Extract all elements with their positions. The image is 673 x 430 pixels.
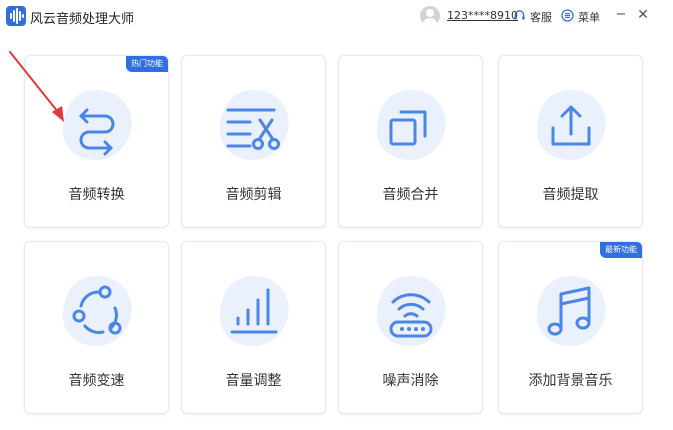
title-bar: 风云音频处理大师 123****8910 客服 菜单 − ✕ [0, 0, 673, 32]
card-audio-speed[interactable]: 音频变速 [24, 241, 169, 414]
scissors-icon [219, 90, 289, 161]
user-id-link[interactable]: 123****8910 [447, 9, 518, 22]
card-label: 音频变速 [68, 373, 125, 389]
red-arrow-annotation [9, 51, 64, 122]
volume-bars-icon [219, 276, 289, 347]
speed-circle-icon [62, 276, 132, 347]
card-label: 音频合并 [382, 187, 439, 203]
app-title: 风云音频处理大师 [30, 12, 135, 27]
merge-squares-icon [376, 90, 446, 161]
card-audio-merge[interactable]: 音频合并 [338, 55, 483, 228]
user-avatar[interactable] [420, 6, 440, 26]
card-label: 音频剪辑 [225, 187, 282, 203]
app-logo-icon [6, 6, 26, 26]
card-label: 噪声消除 [382, 373, 439, 389]
upload-tray-icon [536, 90, 606, 161]
convert-arrows-icon [62, 90, 132, 161]
card-label: 音量调整 [225, 373, 282, 389]
card-audio-edit[interactable]: 音频剪辑 [181, 55, 326, 228]
card-label: 音频提取 [542, 187, 599, 203]
close-button[interactable]: ✕ [636, 7, 650, 23]
customer-service-button[interactable]: 客服 [530, 9, 552, 25]
card-label: 添加背景音乐 [528, 373, 613, 389]
menu-button[interactable]: 菜单 [578, 9, 600, 25]
headset-icon[interactable] [513, 9, 526, 22]
noise-router-icon [376, 276, 446, 347]
card-add-background-music[interactable]: 最新功能 添加背景音乐 [498, 241, 643, 414]
music-note-icon [536, 276, 606, 347]
card-noise-removal[interactable]: 噪声消除 [338, 241, 483, 414]
minimize-button[interactable]: − [614, 7, 628, 23]
card-volume-adjust[interactable]: 音量调整 [181, 241, 326, 414]
card-audio-extract[interactable]: 音频提取 [498, 55, 643, 228]
hot-feature-badge: 热门功能 [126, 56, 168, 72]
menu-icon[interactable] [561, 9, 574, 22]
card-label: 音频转换 [68, 187, 125, 203]
new-feature-badge: 最新功能 [600, 242, 642, 258]
